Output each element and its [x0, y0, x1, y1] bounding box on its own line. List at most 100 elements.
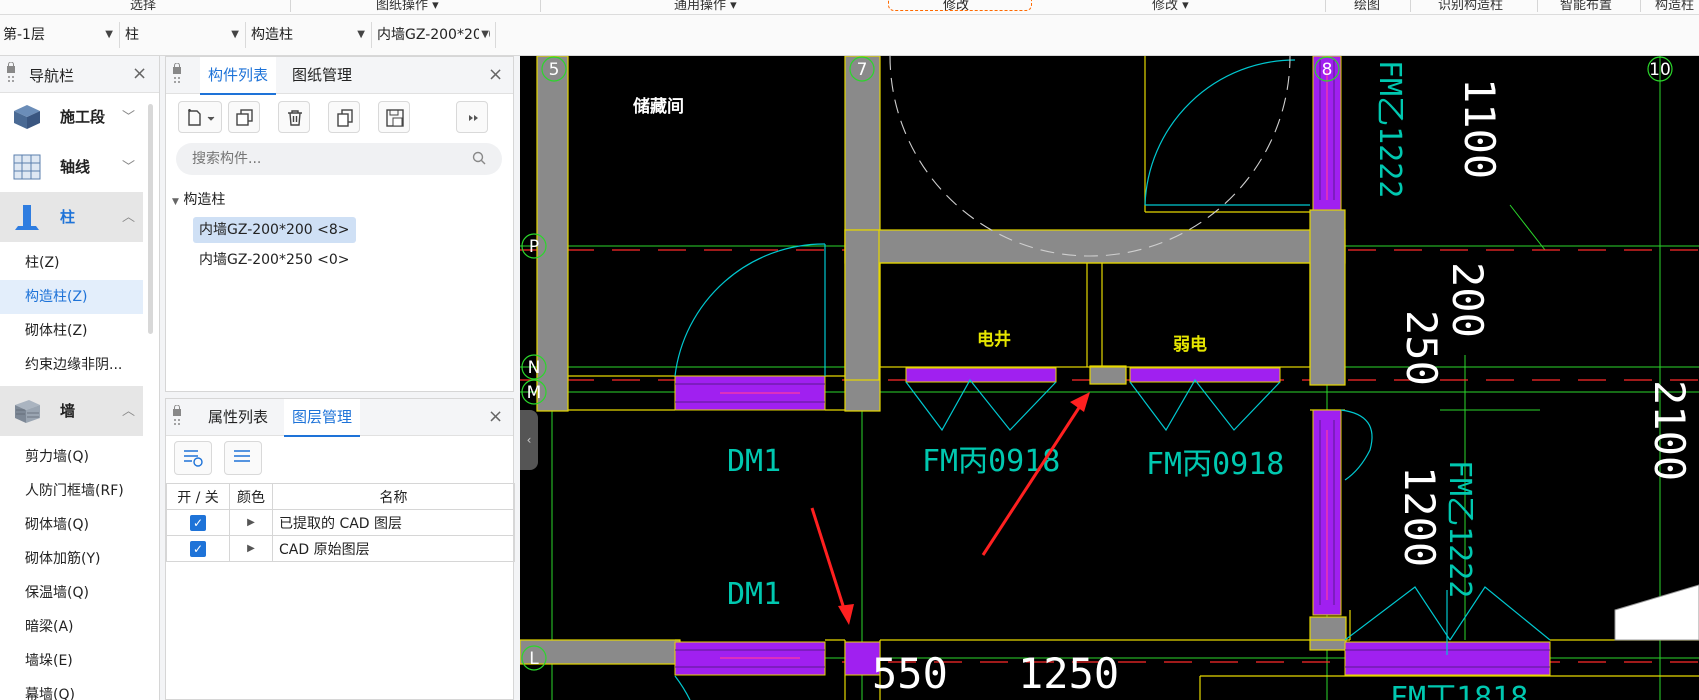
ribbon-identify-column[interactable]: 识别构造柱 [1438, 0, 1503, 13]
layer-copy-button[interactable] [328, 101, 360, 133]
layer-checkbox[interactable]: ✓ [190, 514, 206, 531]
dimension-1200: 1200 [1395, 466, 1444, 567]
hide-layer-button[interactable] [224, 441, 262, 475]
close-icon[interactable]: × [488, 64, 503, 85]
layer-name: CAD 原始图层 [272, 535, 515, 562]
ribbon-separator [540, 0, 541, 12]
ribbon-general-ops[interactable]: 通用操作 ▾ [674, 0, 737, 13]
delete-component-button[interactable] [278, 101, 310, 133]
door-label-fm1222: FM乙1222 [1372, 60, 1407, 198]
nav-item-masonry-column[interactable]: 砌体柱(Z) [0, 314, 143, 348]
room-label-electric-shaft: 电井 [977, 329, 1011, 350]
nav-item-hidden-beam[interactable]: 暗梁(A) [0, 610, 143, 644]
door-label-dm1: DM1 [727, 577, 781, 612]
search-icon[interactable] [472, 151, 486, 165]
layer-table-header: 开 / 关 颜色 名称 [166, 483, 515, 510]
expand-icon[interactable]: ▶ [229, 535, 273, 562]
door-label-dm1: DM1 [727, 444, 781, 479]
dimension-2100: 2100 [1645, 380, 1694, 481]
ribbon-modify[interactable]: 修改 [943, 0, 969, 13]
nav-item-curtain-wall[interactable]: 幕墙(Q) [0, 678, 143, 700]
door-label-fm0918: FM丙0918 [922, 444, 1060, 479]
tree-root-label: 构造柱 [183, 192, 226, 208]
wall-icon [15, 400, 40, 423]
tab-property-list[interactable]: 属性列表 [200, 399, 276, 435]
chevron-down-icon: ▼ [231, 29, 239, 40]
close-icon[interactable]: × [488, 406, 503, 427]
ribbon-modify-more[interactable]: 修改 ▾ [1152, 0, 1189, 13]
nav-category-axis[interactable]: 轴线 ﹀ [0, 142, 143, 192]
nav-header: 导航栏 × [0, 56, 159, 93]
component-select-value: 内墙GZ-200*200 [377, 27, 491, 43]
nav-item-wall-pier[interactable]: 墙垛(E) [0, 644, 143, 678]
door-label-fm1222: FM乙1222 [1442, 460, 1477, 598]
ribbon-draw[interactable]: 绘图 [1354, 0, 1380, 13]
axis-label-5: 5 [549, 60, 560, 80]
nav-scrollbar[interactable] [148, 104, 153, 334]
copy-component-button[interactable] [228, 101, 260, 133]
ribbon-separator [1325, 0, 1326, 12]
caret-down-icon: ▼ [172, 197, 179, 207]
axis-label-10: 10 [1649, 60, 1671, 80]
room-label-storage: 储藏间 [633, 96, 684, 117]
chevron-down-icon: ﹀ [122, 110, 136, 125]
lock-icon[interactable] [6, 61, 16, 84]
lock-icon[interactable] [172, 404, 182, 427]
nav-item-boundary-column[interactable]: 约束边缘非阴... [0, 348, 143, 382]
more-tools-button[interactable] [456, 101, 488, 133]
tree-item-gz-200-200[interactable]: 内墙GZ-200*200 <8> [193, 217, 356, 243]
type-select[interactable]: 构造柱 ▼ [248, 22, 372, 48]
expand-icon[interactable]: ▶ [229, 509, 273, 536]
nav-item-shear-wall[interactable]: 剪力墙(Q) [0, 440, 143, 474]
ribbon: 选择 图纸操作 ▾ 通用操作 ▾ 修改 修改 ▾ 绘图 识别构造柱 智能布置 构… [0, 0, 1699, 15]
dimension-200: 200 [1443, 262, 1492, 338]
ribbon-constructional-column[interactable]: 构造柱 [1655, 0, 1694, 13]
category-select[interactable]: 柱 ▼ [122, 22, 246, 48]
ribbon-smart-layout[interactable]: 智能布置 [1560, 0, 1612, 13]
room-label-weak-current: 弱电 [1173, 334, 1207, 355]
ribbon-separator [1640, 0, 1641, 12]
nav-item-insulation-wall[interactable]: 保温墙(Q) [0, 576, 143, 610]
dimension-550: 550 [872, 649, 948, 698]
chevron-down-icon: ▼ [105, 29, 113, 40]
table-row[interactable]: ✓ ▶ CAD 原始图层 [166, 535, 515, 562]
chevron-up-icon: ︿ [122, 404, 136, 419]
nav-item-masonry-rebar[interactable]: 砌体加筋(Y) [0, 542, 143, 576]
column-header-name: 名称 [272, 483, 515, 510]
ribbon-separator [1410, 0, 1411, 12]
component-select[interactable]: 内墙GZ-200*200 ▼ [374, 22, 496, 48]
nav-item-masonry-wall[interactable]: 砌体墙(Q) [0, 508, 143, 542]
show-layer-button[interactable] [174, 441, 212, 475]
grid-icon [13, 154, 41, 180]
save-to-library-button[interactable] [378, 101, 410, 133]
tree-root-constructional-column[interactable]: ▼ 构造柱 [172, 189, 225, 209]
nav-item-column[interactable]: 柱(Z) [0, 246, 143, 280]
cad-drawing-canvas[interactable]: 5 7 8 10 P N M L 储藏间 电井 弱电 DM1 DM1 FM丙09… [520, 56, 1699, 700]
tab-component-list[interactable]: 构件列表 [200, 57, 277, 95]
nav-category-construction-stage[interactable]: 施工段 ﹀ [0, 92, 143, 142]
lock-icon[interactable] [172, 62, 182, 85]
chevron-down-icon: ▼ [357, 29, 365, 40]
nav-item-civil-defense-wall[interactable]: 人防门框墙(RF) [0, 474, 143, 508]
ribbon-select[interactable]: 选择 [130, 0, 156, 13]
tab-drawing-management[interactable]: 图纸管理 [284, 57, 360, 93]
nav-category-column[interactable]: 柱 ︿ [0, 192, 143, 242]
tab-layer-management[interactable]: 图层管理 [284, 399, 361, 437]
ribbon-separator [290, 0, 291, 12]
nav-item-constructional-column[interactable]: 构造柱(Z) [0, 280, 143, 314]
nav-category-label: 轴线 [60, 158, 91, 176]
search-input[interactable] [176, 143, 502, 175]
nav-title: 导航栏 [29, 67, 75, 85]
nav-category-wall[interactable]: 墙 ︿ [0, 386, 143, 436]
axis-label-l: L [529, 649, 539, 669]
column-header-color: 颜色 [229, 483, 273, 510]
close-icon[interactable]: × [132, 63, 147, 84]
layer-checkbox[interactable]: ✓ [190, 540, 206, 557]
new-component-button[interactable] [178, 101, 222, 133]
table-row[interactable]: ✓ ▶ 已提取的 CAD 图层 [166, 509, 515, 536]
collapse-panel-handle[interactable]: ‹ [520, 410, 538, 470]
ribbon-drawing-ops[interactable]: 图纸操作 ▾ [376, 0, 439, 13]
floor-select[interactable]: 第-1层 ▼ [0, 22, 120, 48]
dimension-1100: 1100 [1455, 78, 1504, 179]
tree-item-gz-200-250[interactable]: 内墙GZ-200*250 <0> [193, 247, 356, 273]
